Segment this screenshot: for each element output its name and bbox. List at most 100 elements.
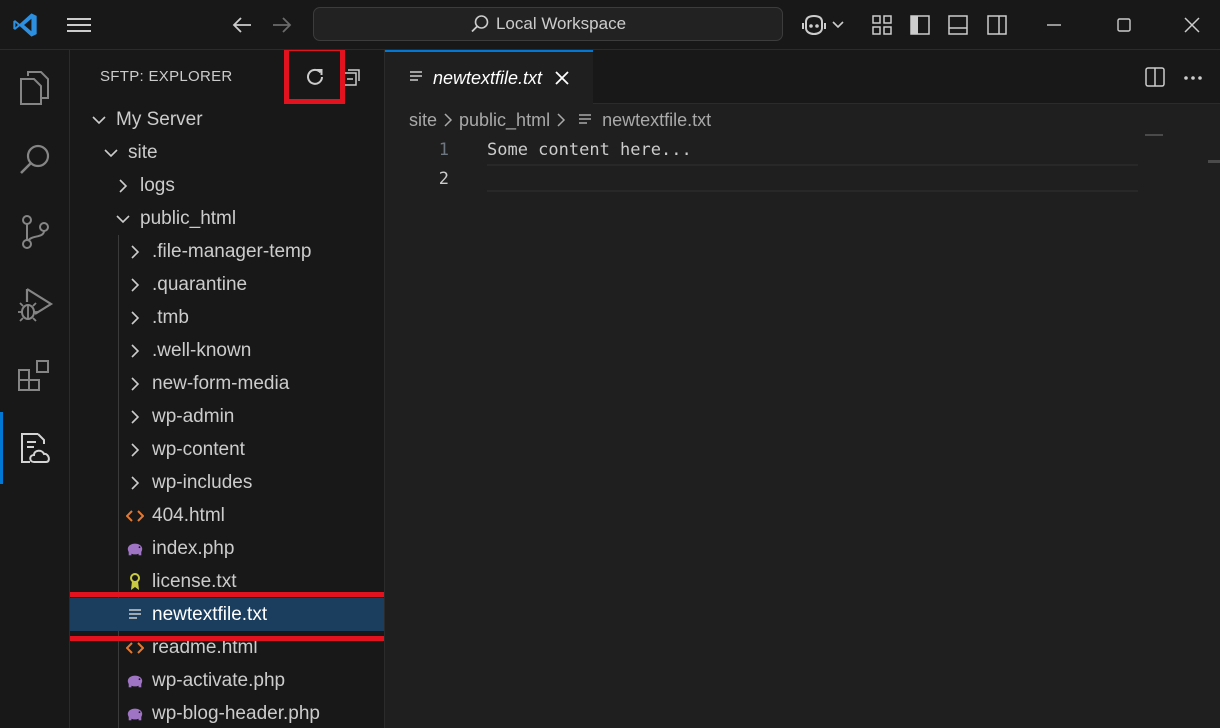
tree-folder[interactable]: wp-includes: [70, 466, 384, 499]
menu-icon[interactable]: [64, 12, 94, 38]
tree-folder[interactable]: My Server: [70, 103, 384, 136]
php-file-icon: [126, 672, 144, 690]
php-file-icon: [126, 540, 144, 558]
minimap[interactable]: [1145, 134, 1163, 136]
sidebar-title: SFTP: EXPLORER: [100, 68, 233, 85]
tree-item-label: index.php: [152, 537, 235, 559]
split-editor-icon[interactable]: [1143, 64, 1167, 90]
chevron-right-icon: [443, 112, 453, 128]
current-line-highlight: [487, 164, 1138, 192]
tree-folder[interactable]: new-form-media: [70, 367, 384, 400]
tree-folder[interactable]: wp-content: [70, 433, 384, 466]
tree-item-label: wp-includes: [152, 471, 253, 493]
chevron-right-icon: [114, 177, 132, 195]
chevron-right-icon: [126, 474, 144, 492]
tree-item-label: wp-activate.php: [152, 669, 286, 691]
minimize-icon[interactable]: [1040, 12, 1068, 38]
tree-item-label: license.txt: [152, 570, 237, 592]
tree-item-label: readme.html: [152, 636, 258, 658]
tree-folder[interactable]: wp-admin: [70, 400, 384, 433]
activity-bar: [0, 50, 70, 728]
tree-file[interactable]: wp-blog-header.php: [70, 697, 384, 728]
search-icon: [471, 15, 489, 33]
source-control-icon[interactable]: [0, 196, 70, 268]
tree-item-label: .well-known: [152, 339, 252, 361]
tree-item-label: .quarantine: [152, 273, 248, 295]
tree-folder[interactable]: public_html: [70, 202, 384, 235]
toggle-secondary-sidebar-icon[interactable]: [985, 12, 1009, 38]
run-debug-icon[interactable]: [0, 268, 70, 340]
tree-folder[interactable]: .tmb: [70, 301, 384, 334]
tree-file[interactable]: index.php: [70, 532, 384, 565]
tree-folder[interactable]: logs: [70, 169, 384, 202]
tree-file[interactable]: wp-activate.php: [70, 664, 384, 697]
close-window-icon[interactable]: [1178, 12, 1206, 38]
more-actions-icon[interactable]: [1181, 64, 1205, 90]
chevron-right-icon: [126, 243, 144, 261]
tree-item-label: public_html: [140, 207, 237, 229]
tree-item-label: .file-manager-temp: [152, 240, 312, 262]
forward-arrow-icon[interactable]: [268, 12, 296, 38]
tab-label: newtextfile.txt: [433, 67, 543, 88]
breadcrumb-public-html[interactable]: public_html: [459, 110, 550, 131]
toggle-panel-icon[interactable]: [946, 12, 970, 38]
tab-newtextfile[interactable]: newtextfile.txt: [385, 50, 593, 104]
chevron-right-icon: [126, 375, 144, 393]
tree-folder[interactable]: .well-known: [70, 334, 384, 367]
sftp-explorer-sidebar: SFTP: EXPLORER My Server site logs public_h…: [70, 50, 385, 728]
license-file-icon: [126, 572, 144, 591]
chevron-right-icon: [126, 309, 144, 327]
command-center-search[interactable]: Local Workspace: [313, 7, 783, 41]
search-text: Local Workspace: [495, 14, 627, 33]
copilot-icon[interactable]: [800, 12, 848, 38]
close-tab-icon[interactable]: [554, 70, 570, 86]
customize-layout-icon[interactable]: [870, 12, 894, 38]
text-file-icon: [409, 68, 423, 89]
php-file-icon: [126, 705, 144, 723]
search-icon[interactable]: [0, 124, 70, 196]
chevron-down-icon: [102, 144, 120, 162]
back-arrow-icon[interactable]: [228, 12, 256, 38]
tree-folder[interactable]: .quarantine: [70, 268, 384, 301]
tree-item-label: wp-content: [152, 438, 245, 460]
tree-item-label: new-form-media: [152, 372, 290, 394]
tree-folder[interactable]: .file-manager-temp: [70, 235, 384, 268]
vscode-logo-icon: [10, 10, 40, 40]
tree-item-label: wp-blog-header.php: [152, 702, 320, 724]
chevron-right-icon: [126, 441, 144, 459]
tree-file[interactable]: readme.html: [70, 631, 384, 664]
tree-file[interactable]: license.txt: [70, 565, 384, 598]
tree-file[interactable]: newtextfile.txt: [70, 598, 384, 631]
collapse-all-icon[interactable]: [339, 64, 365, 90]
chevron-right-icon: [556, 112, 566, 128]
html-file-icon: [126, 639, 144, 657]
tree-item-label: 404.html: [152, 504, 225, 526]
chevron-right-icon: [126, 276, 144, 294]
refresh-icon[interactable]: [302, 64, 328, 90]
chevron-down-icon: [114, 210, 132, 228]
editor-area: newtextfile.txt site public_html newtext…: [385, 50, 1220, 728]
chevron-right-icon: [126, 342, 144, 360]
scrollbar-thumb[interactable]: [1208, 160, 1220, 163]
breadcrumb-file[interactable]: newtextfile.txt: [602, 110, 711, 131]
sftp-explorer-icon[interactable]: [0, 412, 70, 484]
tree-item-label: wp-admin: [152, 405, 235, 427]
maximize-icon[interactable]: [1110, 12, 1138, 38]
line-number: 2: [438, 169, 449, 189]
tree-folder[interactable]: site: [70, 136, 384, 169]
toggle-primary-sidebar-icon[interactable]: [908, 12, 932, 38]
code-line[interactable]: Some content here...: [487, 140, 692, 160]
text-file-icon: [578, 113, 592, 127]
title-bar: Local Workspace: [0, 0, 1220, 50]
extensions-icon[interactable]: [0, 340, 70, 412]
chevron-right-icon: [126, 408, 144, 426]
breadcrumb: site public_html newtextfile.txt: [409, 108, 711, 132]
line-number: 1: [438, 140, 449, 160]
tree-item-label: newtextfile.txt: [152, 603, 268, 625]
breadcrumb-site[interactable]: site: [409, 110, 437, 131]
tree-file[interactable]: 404.html: [70, 499, 384, 532]
tree-item-label: site: [128, 141, 158, 163]
tree-item-label: logs: [140, 174, 175, 196]
explorer-icon[interactable]: [0, 52, 70, 124]
tab-bar: newtextfile.txt: [385, 50, 1220, 104]
